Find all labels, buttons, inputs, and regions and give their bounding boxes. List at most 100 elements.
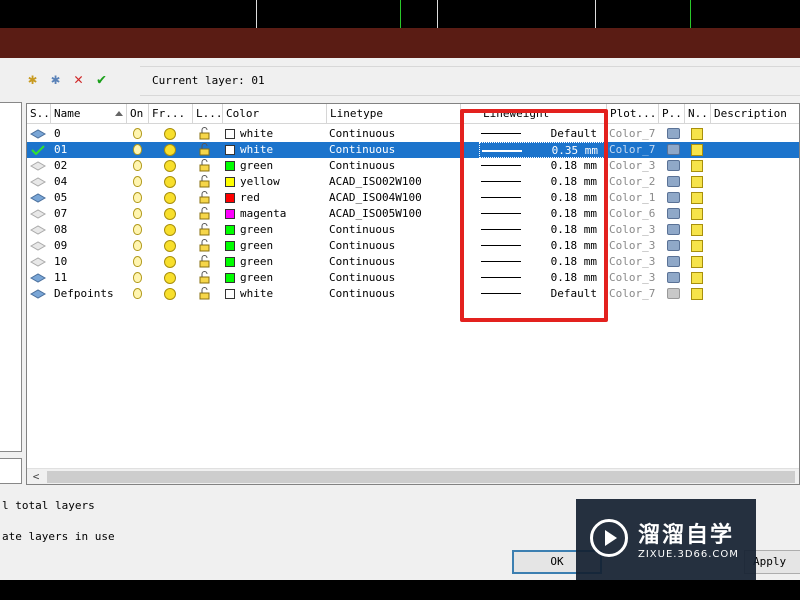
printer-icon[interactable] <box>667 128 680 139</box>
layer-row[interactable]: 05 red ACAD_ISO04W100 0.18 mm Color_1 <box>27 190 799 206</box>
layer-color[interactable]: red <box>225 190 321 206</box>
column-color[interactable]: Color <box>223 104 327 124</box>
sun-thawed-icon[interactable] <box>164 160 176 172</box>
scroll-left-icon[interactable]: < <box>29 469 43 484</box>
layer-color[interactable]: green <box>225 222 321 238</box>
light-bulb-on-icon[interactable] <box>133 288 142 299</box>
unlocked-icon[interactable] <box>198 191 211 204</box>
layer-linetype[interactable]: Continuous <box>329 222 459 238</box>
layer-color[interactable]: green <box>225 270 321 286</box>
layer-plot-style[interactable]: Color_3 <box>609 222 659 238</box>
scroll-thumb[interactable] <box>47 471 795 483</box>
unlocked-icon[interactable] <box>198 207 211 220</box>
layer-plot-style[interactable]: Color_3 <box>609 270 659 286</box>
unlocked-icon[interactable] <box>198 271 211 284</box>
dialog-title-bar[interactable] <box>0 28 800 58</box>
light-bulb-on-icon[interactable] <box>133 192 142 203</box>
layer-name[interactable]: 11 <box>54 270 124 286</box>
new-vp-freeze-icon[interactable] <box>691 192 703 204</box>
delete-layer-icon[interactable]: ✕ <box>70 70 87 88</box>
layer-linetype[interactable]: ACAD_ISO05W100 <box>329 206 459 222</box>
column-description[interactable]: Description <box>711 104 799 124</box>
printer-icon[interactable] <box>667 272 680 283</box>
layer-plot-style[interactable]: Color_2 <box>609 174 659 190</box>
layer-linetype[interactable]: Continuous <box>329 126 459 142</box>
layer-plot-style[interactable]: Color_3 <box>609 158 659 174</box>
layer-color[interactable]: white <box>225 142 321 158</box>
layer-row[interactable]: 09 green Continuous 0.18 mm Color_3 <box>27 238 799 254</box>
printer-icon[interactable] <box>667 176 680 187</box>
sun-thawed-icon[interactable] <box>164 176 176 188</box>
printer-icon[interactable] <box>667 208 680 219</box>
layer-plot-style[interactable]: Color_3 <box>609 254 659 270</box>
layer-name[interactable]: 05 <box>54 190 124 206</box>
light-bulb-on-icon[interactable] <box>133 160 142 171</box>
printer-disabled-icon[interactable] <box>667 288 680 299</box>
layer-plot-style[interactable]: Color_7 <box>609 286 659 302</box>
filter-search-input[interactable] <box>0 458 22 484</box>
new-vp-freeze-icon[interactable] <box>691 128 703 140</box>
layer-name[interactable]: 04 <box>54 174 124 190</box>
unlocked-icon[interactable] <box>198 175 211 188</box>
new-vp-freeze-icon[interactable] <box>691 240 703 252</box>
layer-row-selected[interactable]: 01 white Continuous 0.35 mm Color_7 <box>27 142 799 158</box>
sun-thawed-icon[interactable] <box>164 144 176 156</box>
unlocked-icon[interactable] <box>198 159 211 172</box>
new-vp-freeze-icon[interactable] <box>691 208 703 220</box>
new-vp-freeze-icon[interactable] <box>691 272 703 284</box>
new-layer-icon[interactable]: ✱ <box>24 70 41 88</box>
layer-color[interactable]: white <box>225 126 321 142</box>
layer-plot-style[interactable]: Color_3 <box>609 238 659 254</box>
sun-thawed-icon[interactable] <box>164 192 176 204</box>
new-vp-freeze-icon[interactable] <box>691 144 703 156</box>
layer-color[interactable]: green <box>225 254 321 270</box>
layer-name[interactable]: 0 <box>54 126 124 142</box>
layer-linetype[interactable]: Continuous <box>329 238 459 254</box>
light-bulb-on-icon[interactable] <box>133 128 142 139</box>
layer-row[interactable]: 08 green Continuous 0.18 mm Color_3 <box>27 222 799 238</box>
unlocked-icon[interactable] <box>198 223 211 236</box>
layer-linetype[interactable]: Continuous <box>329 158 459 174</box>
column-lock[interactable]: L... <box>193 104 223 124</box>
printer-icon[interactable] <box>667 144 680 155</box>
layer-row[interactable]: 0 white Continuous Default Color_7 <box>27 126 799 142</box>
light-bulb-on-icon[interactable] <box>133 208 142 219</box>
printer-icon[interactable] <box>667 224 680 235</box>
layer-linetype[interactable]: Continuous <box>329 270 459 286</box>
layer-color[interactable]: white <box>225 286 321 302</box>
layer-color[interactable]: green <box>225 158 321 174</box>
sun-thawed-icon[interactable] <box>164 288 176 300</box>
unlocked-icon[interactable] <box>198 287 211 300</box>
layer-linetype[interactable]: ACAD_ISO02W100 <box>329 174 459 190</box>
layer-name[interactable]: Defpoints <box>54 286 124 302</box>
layer-name[interactable]: 07 <box>54 206 124 222</box>
new-layer-vp-frozen-icon[interactable]: ✱ <box>47 70 64 88</box>
layer-name[interactable]: 08 <box>54 222 124 238</box>
column-plot-style[interactable]: Plot... <box>607 104 659 124</box>
layer-name[interactable]: 10 <box>54 254 124 270</box>
layer-row[interactable]: 02 green Continuous 0.18 mm Color_3 <box>27 158 799 174</box>
layer-name[interactable]: 09 <box>54 238 124 254</box>
printer-icon[interactable] <box>667 160 680 171</box>
light-bulb-on-icon[interactable] <box>133 224 142 235</box>
column-new-vp-freeze[interactable]: N.. <box>685 104 711 124</box>
unlocked-icon[interactable] <box>198 255 211 268</box>
layer-row[interactable]: Defpoints white Continuous Default Color… <box>27 286 799 302</box>
light-bulb-on-icon[interactable] <box>133 144 142 155</box>
light-bulb-on-icon[interactable] <box>133 176 142 187</box>
layer-linetype[interactable]: Continuous <box>329 254 459 270</box>
layer-plot-style[interactable]: Color_6 <box>609 206 659 222</box>
sun-thawed-icon[interactable] <box>164 240 176 252</box>
new-vp-freeze-icon[interactable] <box>691 288 703 300</box>
layer-linetype[interactable]: ACAD_ISO04W100 <box>329 190 459 206</box>
sun-thawed-icon[interactable] <box>164 256 176 268</box>
sun-thawed-icon[interactable] <box>164 272 176 284</box>
new-vp-freeze-icon[interactable] <box>691 160 703 172</box>
layer-linetype[interactable]: Continuous <box>329 286 459 302</box>
printer-icon[interactable] <box>667 192 680 203</box>
sun-thawed-icon[interactable] <box>164 128 176 140</box>
layer-plot-style[interactable]: Color_7 <box>609 142 659 158</box>
layer-plot-style[interactable]: Color_7 <box>609 126 659 142</box>
layer-plot-style[interactable]: Color_1 <box>609 190 659 206</box>
light-bulb-on-icon[interactable] <box>133 256 142 267</box>
